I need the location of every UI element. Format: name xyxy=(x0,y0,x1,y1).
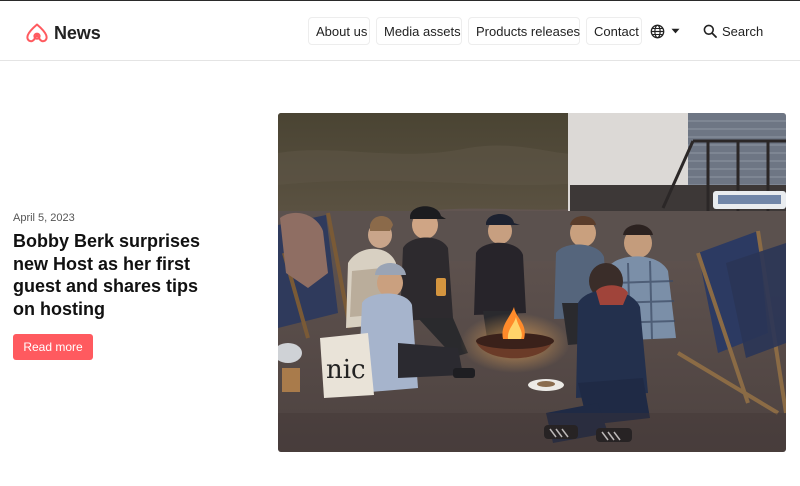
article-title[interactable]: Bobby Berk surprises new Host as her fir… xyxy=(13,230,223,320)
brand-name: News xyxy=(54,22,101,43)
nav-products-releases[interactable]: Products releases xyxy=(468,17,580,45)
svg-text:nic: nic xyxy=(326,355,366,385)
search-icon xyxy=(703,24,717,38)
site-header: News About us Media assets Products rele… xyxy=(0,1,800,61)
article-date: April 5, 2023 xyxy=(13,212,75,224)
language-selector[interactable] xyxy=(650,17,680,45)
caret-down-icon xyxy=(671,28,680,34)
search-label: Search xyxy=(722,23,764,39)
nav-media-assets[interactable]: Media assets xyxy=(376,17,462,45)
nav-about-us[interactable]: About us xyxy=(308,17,370,45)
read-more-button[interactable]: Read more xyxy=(13,334,93,360)
beach-bonfire-illustration: nic xyxy=(278,113,786,452)
globe-icon xyxy=(650,24,665,38)
airbnb-logo-icon xyxy=(26,23,48,42)
brand-link[interactable]: News xyxy=(25,20,101,46)
article-photo[interactable]: nic xyxy=(278,113,786,452)
search-button[interactable]: Search xyxy=(703,17,763,45)
nav-contact[interactable]: Contact xyxy=(586,17,642,45)
